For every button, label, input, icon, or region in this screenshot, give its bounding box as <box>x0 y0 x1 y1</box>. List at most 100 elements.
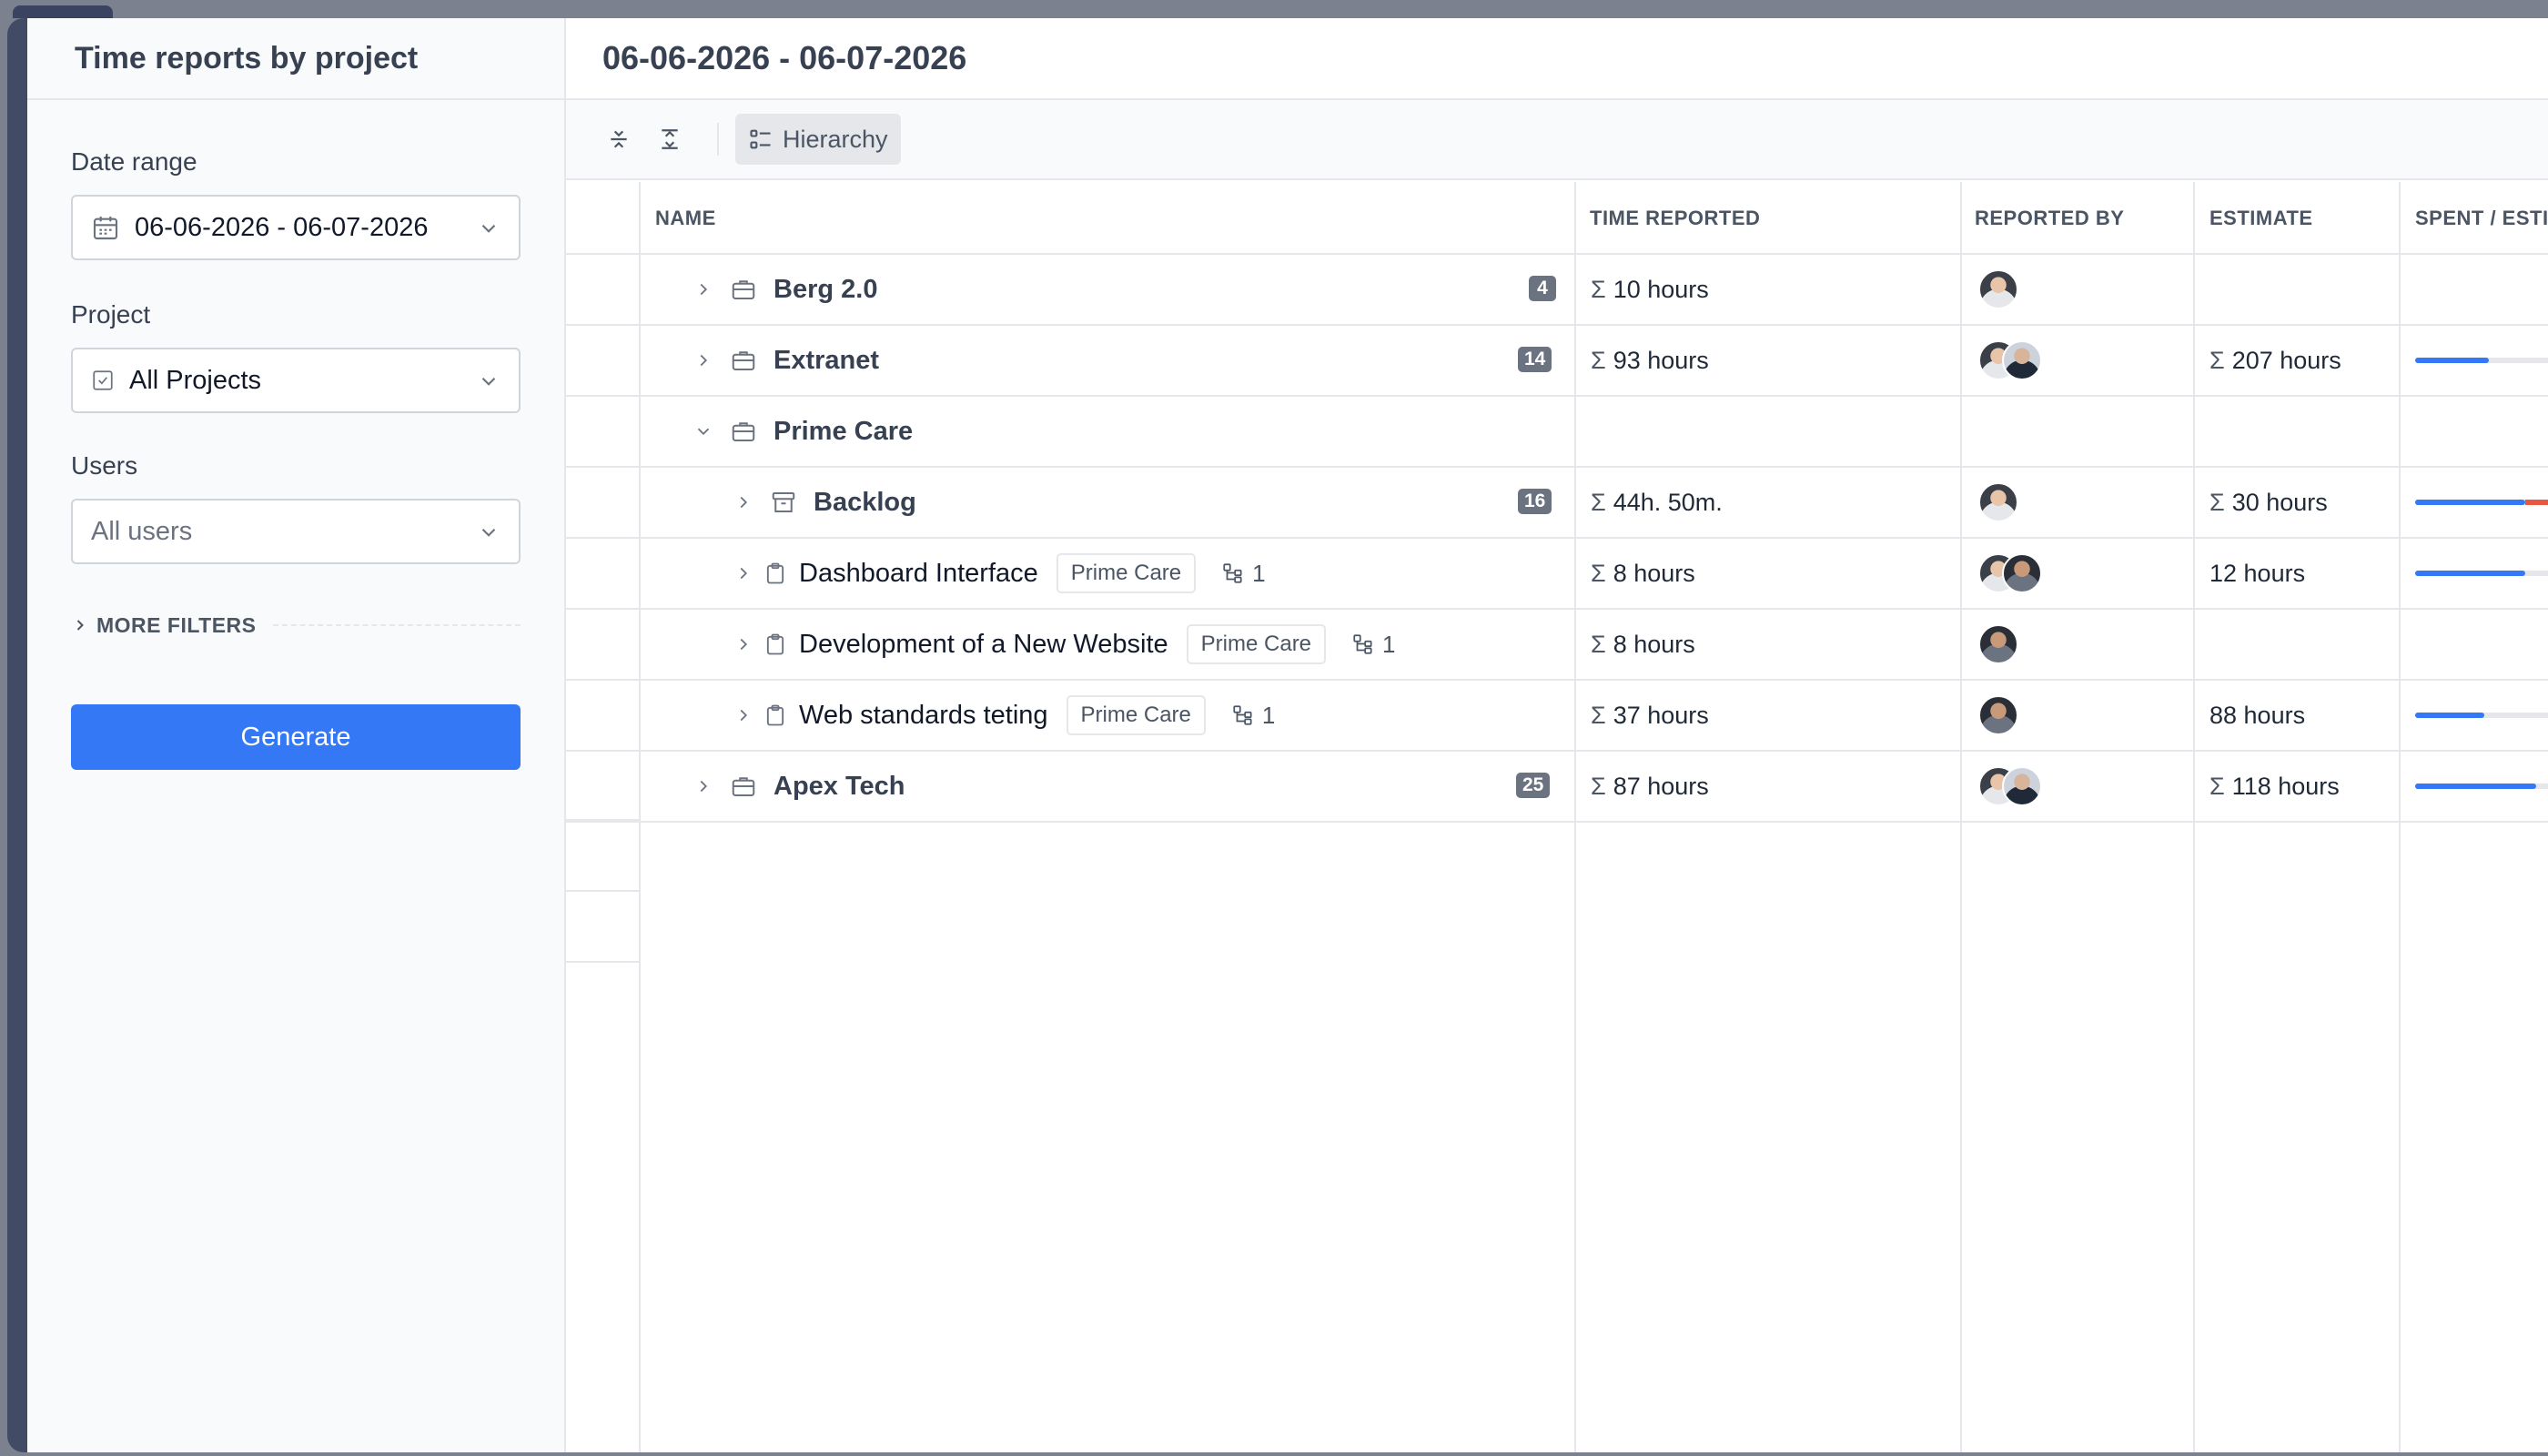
expand-all-button[interactable] <box>653 123 686 156</box>
avatar[interactable] <box>2002 340 2042 380</box>
progress-bar <box>2415 571 2548 576</box>
subtask-count-value: 1 <box>1252 559 1266 587</box>
subtask-count: 1 <box>1231 702 1275 730</box>
table-row[interactable]: Development of a New Website Prime Care … <box>566 610 2548 681</box>
divider <box>272 624 521 626</box>
column-header-time-reported[interactable]: TIME REPORTED <box>1590 182 1760 255</box>
report-table: NAME TIME REPORTED REPORTED BY ESTIMATE … <box>566 182 2548 1452</box>
estimate: 12 hours <box>2209 559 2306 587</box>
avatar[interactable] <box>1978 482 2018 522</box>
chevron-down-icon <box>481 528 496 537</box>
checkbox-square-icon <box>93 370 113 390</box>
avatar[interactable] <box>2002 553 2042 593</box>
clipboard-icon <box>766 704 784 726</box>
project-tag: Prime Care <box>1186 624 1327 664</box>
chevron-right-icon <box>76 620 84 631</box>
chevron-right-icon[interactable] <box>693 279 713 299</box>
collapse-all-button[interactable] <box>602 123 635 156</box>
chevron-right-icon[interactable] <box>733 705 753 725</box>
table-row[interactable]: Berg 2.0 4 Σ 10 hours <box>566 255 2548 326</box>
item-count-badge: 25 <box>1516 773 1551 798</box>
item-count-badge: 4 <box>1529 276 1556 301</box>
project-label: Project <box>71 300 151 329</box>
sum-icon: Σ <box>1591 346 1606 374</box>
subtasks-icon <box>1223 563 1242 583</box>
subtask-count-value: 1 <box>1382 630 1396 658</box>
row-name: Web standards teting <box>799 700 1048 730</box>
briefcase-icon <box>732 351 755 370</box>
clipboard-icon <box>766 562 784 584</box>
chevron-down-icon[interactable] <box>693 421 713 441</box>
table-row[interactable]: Dashboard Interface Prime Care 1 Σ8 hour… <box>566 539 2548 610</box>
window-tab <box>13 5 113 18</box>
chevron-right-icon[interactable] <box>733 563 753 583</box>
estimate: 88 hours <box>2209 701 2306 729</box>
column-header-name[interactable]: NAME <box>655 182 716 255</box>
subtasks-icon <box>1233 705 1252 725</box>
progress-bar <box>2415 713 2548 718</box>
date-range-value: 06-06-2026 - 06-07-2026 <box>135 212 429 242</box>
column-header-estimate[interactable]: ESTIMATE <box>2209 182 2313 255</box>
progress-fill <box>2415 358 2489 363</box>
users-label: Users <box>71 451 138 480</box>
avatar[interactable] <box>1978 269 2018 309</box>
column-header-spent-estimate[interactable]: SPENT / ESTIMA <box>2415 182 2548 255</box>
project-tag: Prime Care <box>1066 695 1206 735</box>
project-tag: Prime Care <box>1056 553 1197 593</box>
more-filters-label: MORE FILTERS <box>96 612 257 637</box>
sum-icon: Σ <box>1591 772 1606 800</box>
table-row[interactable]: Apex Tech 25 Σ 87 hours Σ 118 hours <box>566 752 2548 823</box>
table-row[interactable]: Web standards teting Prime Care 1 Σ 37 ho… <box>566 681 2548 752</box>
sum-icon: Σ <box>2209 488 2225 516</box>
chevron-right-icon[interactable] <box>733 634 753 654</box>
hierarchy-label: Hierarchy <box>783 125 888 153</box>
table-row[interactable]: Extranet 14 Σ 93 hours Σ 207 hours <box>566 326 2548 397</box>
progress-fill <box>2415 500 2525 505</box>
chevron-right-icon[interactable] <box>693 350 713 370</box>
hierarchy-toggle[interactable]: Hierarchy <box>735 114 901 165</box>
time-reported: 93 hours <box>1613 346 1709 374</box>
progress-bar <box>2415 784 2548 789</box>
column-header-reported-by[interactable]: REPORTED BY <box>1975 182 2124 255</box>
chevron-right-icon[interactable] <box>693 776 713 796</box>
progress-bar <box>2415 500 2548 505</box>
avatar[interactable] <box>2002 766 2042 806</box>
hierarchy-icon <box>750 129 771 149</box>
subtask-count: 1 <box>1351 630 1396 659</box>
progress-fill <box>2415 571 2525 576</box>
table-row[interactable]: Prime Care <box>566 397 2548 468</box>
time-reported: 10 hours <box>1613 275 1709 303</box>
collapse-icon <box>611 130 627 148</box>
row-name: Development of a New Website <box>799 629 1168 659</box>
avatar[interactable] <box>1978 624 2018 664</box>
generate-button[interactable]: Generate <box>71 704 521 770</box>
row-name: Prime Care <box>774 416 914 446</box>
date-range-picker[interactable]: 06-06-2026 - 06-07-2026 <box>71 195 521 260</box>
more-filters-toggle[interactable]: MORE FILTERS <box>71 612 521 639</box>
time-reported: 8 hours <box>1613 630 1695 658</box>
users-select[interactable]: All users <box>71 499 521 564</box>
calendar-icon <box>93 217 118 240</box>
toolbar: Hierarchy <box>566 100 2548 180</box>
project-select[interactable]: All Projects <box>71 348 521 413</box>
estimate: 118 hours <box>2231 772 2340 800</box>
sum-icon: Σ <box>1591 275 1606 303</box>
chevron-right-icon[interactable] <box>733 492 753 512</box>
time-reported: 44h. 50m. <box>1613 488 1723 516</box>
row-name: Dashboard Interface <box>799 558 1038 588</box>
avatar[interactable] <box>1978 695 2018 735</box>
users-placeholder: All users <box>91 516 193 546</box>
table-header: NAME TIME REPORTED REPORTED BY ESTIMATE … <box>566 182 2548 255</box>
chevron-down-icon <box>481 224 496 233</box>
row-name: Apex Tech <box>774 771 905 801</box>
sum-icon: Σ <box>2209 346 2225 374</box>
over-budget-fill <box>2524 500 2548 505</box>
table-row[interactable]: Backlog 16 Σ 44h. 50m. Σ 30 hours <box>566 468 2548 539</box>
sidebar-title: Time reports by project <box>27 18 564 100</box>
subtask-count: 1 <box>1221 559 1266 588</box>
subtasks-icon <box>1353 634 1372 654</box>
sum-icon: Σ <box>1591 559 1606 587</box>
chevron-down-icon <box>481 377 496 386</box>
sum-icon: Σ <box>1591 488 1606 516</box>
archive-icon <box>772 492 795 512</box>
